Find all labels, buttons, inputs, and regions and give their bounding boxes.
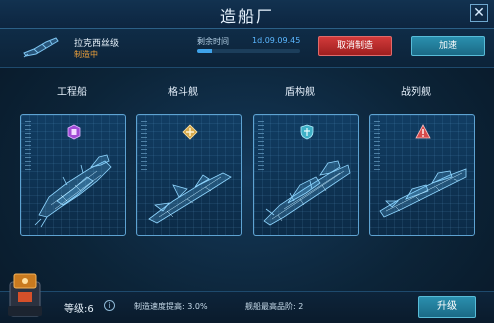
title-bar: 造船厂 ✕: [0, 0, 494, 29]
cancel-production-button[interactable]: 取消制造: [318, 36, 392, 56]
engineering-icon: [67, 124, 81, 140]
fighter-icon: [182, 124, 198, 140]
close-button[interactable]: ✕: [470, 4, 488, 22]
shipyard-level: 等级:6: [64, 304, 94, 315]
shield-icon: [300, 124, 314, 140]
fighter-ship-image: [148, 172, 232, 224]
category-label-fighter: 格斗舰: [168, 87, 198, 98]
progress-fill: [197, 49, 213, 53]
production-status: 制造中: [74, 50, 98, 59]
speed-up-button[interactable]: 加速: [411, 36, 485, 56]
category-label-battleship: 战列舰: [401, 87, 431, 98]
ship-card-engineering[interactable]: [20, 114, 126, 236]
info-icon[interactable]: i: [104, 300, 115, 311]
commander-avatar: [8, 273, 42, 317]
production-speed-bonus: 制造速度提高: 3.0%: [134, 302, 208, 311]
battleship-ship-image: [379, 168, 467, 218]
category-label-shield: 盾构舰: [285, 87, 315, 98]
window-title: 造船厂: [219, 7, 274, 26]
ship-card-fighter[interactable]: [136, 114, 242, 236]
ship-card-shield[interactable]: [253, 114, 359, 236]
production-progress-bar: [197, 49, 300, 53]
shield-ship-image: [263, 160, 351, 226]
close-icon: ✕: [473, 5, 485, 21]
category-label-engineering: 工程船: [57, 87, 87, 98]
upgrade-button[interactable]: 升级: [418, 296, 476, 318]
remaining-time: 1d.09.09.45: [252, 36, 301, 45]
ship-thumbnail-icon: [23, 37, 59, 58]
engineering-ship-image: [34, 154, 112, 228]
ship-name: 拉克西丝级: [74, 39, 120, 49]
warning-icon: [415, 124, 431, 139]
production-panel: 拉克西丝级 制造中 剩余时间 1d.09.09.45 取消制造 加速: [0, 29, 494, 68]
remaining-label: 剩余时间: [197, 37, 229, 46]
ship-card-battleship[interactable]: [369, 114, 475, 236]
max-ship-rank: 舰船最高品阶: 2: [245, 302, 304, 311]
